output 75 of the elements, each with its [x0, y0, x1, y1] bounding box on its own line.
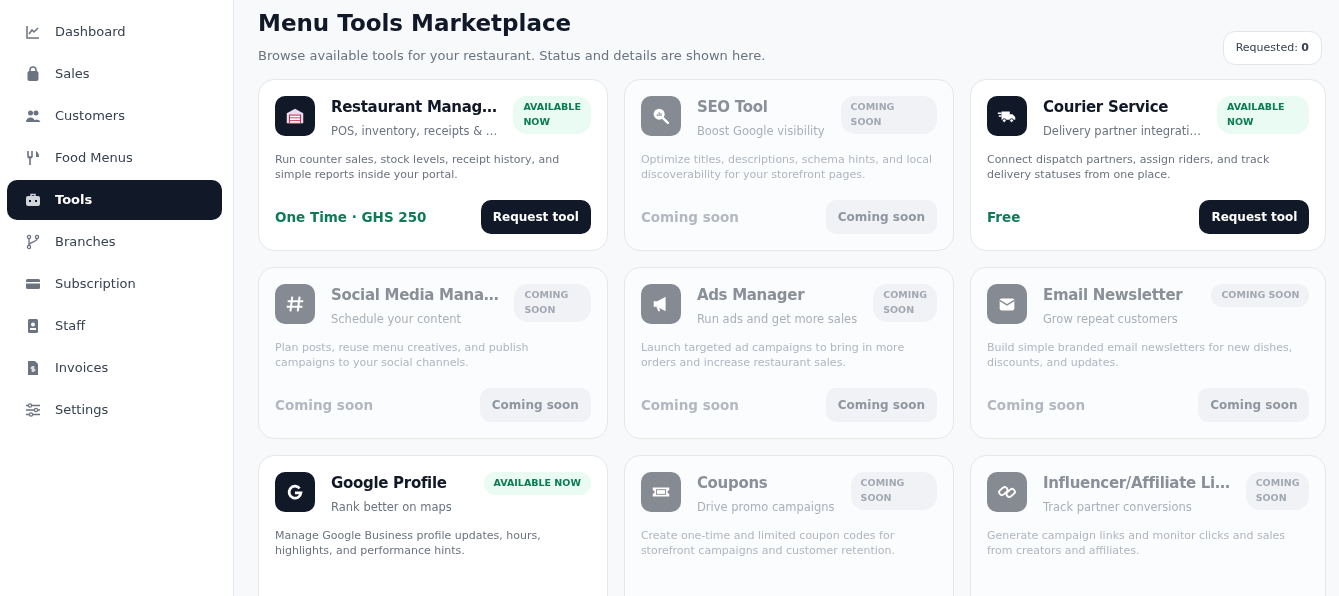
tool-description: Connect dispatch partners, assign riders, and track delivery statuses from one place. [986, 151, 1271, 183]
sidebar-item[interactable]: Settings [7, 390, 222, 430]
page-subtitle: Browse available tools for your restaurant. Status and details are shown here. [258, 46, 766, 65]
tool-description: Run counter sales, stock levels, receipt history, and simple reports inside your portal. [275, 151, 561, 183]
request-tool-button[interactable]: Request tool [1199, 200, 1310, 235]
tool-subtitle: POS, inventory, receipts & … [331, 122, 498, 140]
sidebar-item[interactable]: Sales [7, 54, 222, 94]
tool-description: Create one-time and limited coupon codes for storefront campaigns and customer retention. [640, 527, 896, 559]
sidebar-item[interactable]: Food Menus [7, 138, 222, 178]
coming-soon-status: COMING SOON [1245, 472, 1310, 510]
available-status: AVAILABLE NOW [513, 96, 591, 134]
link-icon [986, 472, 1027, 513]
card-icon [25, 276, 41, 292]
tool-title: SEO Tool [696, 97, 769, 119]
available-status: AVAILABLE NOW [483, 472, 591, 495]
tool-price: Coming soon [986, 395, 1085, 415]
tool-title: Google Profile [331, 473, 448, 495]
sliders-icon [25, 402, 41, 418]
tool-subtitle: Drive promo campaigns [696, 498, 835, 516]
sidebar-item[interactable]: Customers [7, 96, 222, 136]
tool-title: Ads Manager [696, 285, 806, 307]
tool-title: Coupons [696, 473, 769, 495]
tool-subtitle: Run ads and get more sales [696, 310, 858, 328]
envelope-icon [986, 284, 1027, 325]
tool-description: Plan posts, reuse menu creatives, and publish campaigns to your social channels. [275, 339, 530, 371]
magnifier-icon [640, 96, 681, 137]
tool-price: Free [986, 207, 1021, 227]
coming-soon-status: COMING SOON [1211, 284, 1310, 307]
id-badge-icon [25, 318, 41, 334]
toolbox-icon [25, 192, 41, 208]
sidebar-item[interactable]: Staff [7, 306, 222, 346]
sidebar-item[interactable]: Dashboard [7, 12, 222, 52]
request-tool-button[interactable]: Request tool [480, 200, 591, 235]
tool-price: Coming soon [640, 207, 739, 227]
coming-soon-status: COMING SOON [873, 284, 937, 322]
coming-soon-status: COMING SOON [840, 96, 937, 134]
available-status: AVAILABLE NOW [1217, 96, 1310, 134]
megaphone-icon [640, 284, 681, 325]
tool-subtitle: Track partner conversions [1042, 498, 1193, 516]
tool-title: Email Newsletter [1042, 285, 1183, 307]
tool-price: Coming soon [275, 395, 374, 415]
tool-title: Influencer/Affiliate Li… [1042, 473, 1230, 495]
bag-icon [25, 66, 41, 82]
page-title: Menu Tools Marketplace [258, 10, 573, 38]
truck-icon [986, 96, 1027, 137]
sidebar-item[interactable]: Tools [7, 180, 222, 220]
branch-icon [25, 234, 41, 250]
requested-counter: Requested: 0 [1222, 30, 1322, 66]
tool-price: Coming soon [640, 395, 739, 415]
ticket-icon [640, 472, 681, 513]
tool-title: Courier Service [1042, 97, 1170, 119]
letter-g-icon [275, 472, 315, 513]
tool-description: Manage Google Business profile updates, hours, highlights, and performance hints. [275, 527, 542, 559]
tool-description: Launch targeted ad campaigns to bring in more orders and increase restaurant sales. [640, 339, 906, 371]
garage-icon [275, 96, 315, 137]
tool-title: Restaurant Manag… [331, 97, 498, 119]
tool-description: Build simple branded email newsletters for new dishes, discounts, and updates. [986, 339, 1294, 371]
tool-subtitle: Schedule your content [331, 310, 463, 328]
tool-price: One Time · GHS 250 [275, 207, 427, 227]
tool-description: Generate campaign links and monitor clicks and sales from creators and affiliates. [986, 527, 1286, 559]
coming-soon-status: COMING SOON [850, 472, 937, 510]
tool-subtitle: Boost Google visibility [696, 122, 825, 140]
tool-title: Social Media Mana… [331, 285, 499, 307]
sidebar-item[interactable]: Invoices [7, 348, 222, 388]
chart-icon [25, 24, 41, 40]
hash-icon [275, 284, 315, 325]
invoice-icon [25, 360, 41, 376]
tool-description: Optimize titles, descriptions, schema hints, and local discoverability for your storefront pages. [640, 151, 934, 183]
sidebar-item[interactable]: Branches [7, 222, 222, 262]
coming-soon-status: COMING SOON [514, 284, 591, 322]
people-icon [25, 108, 41, 124]
tool-subtitle: Rank better on maps [331, 498, 452, 516]
tool-subtitle: Delivery partner integrati… [1042, 122, 1202, 140]
tool-subtitle: Grow repeat customers [1042, 310, 1179, 328]
sidebar-item[interactable]: Subscription [7, 264, 222, 304]
